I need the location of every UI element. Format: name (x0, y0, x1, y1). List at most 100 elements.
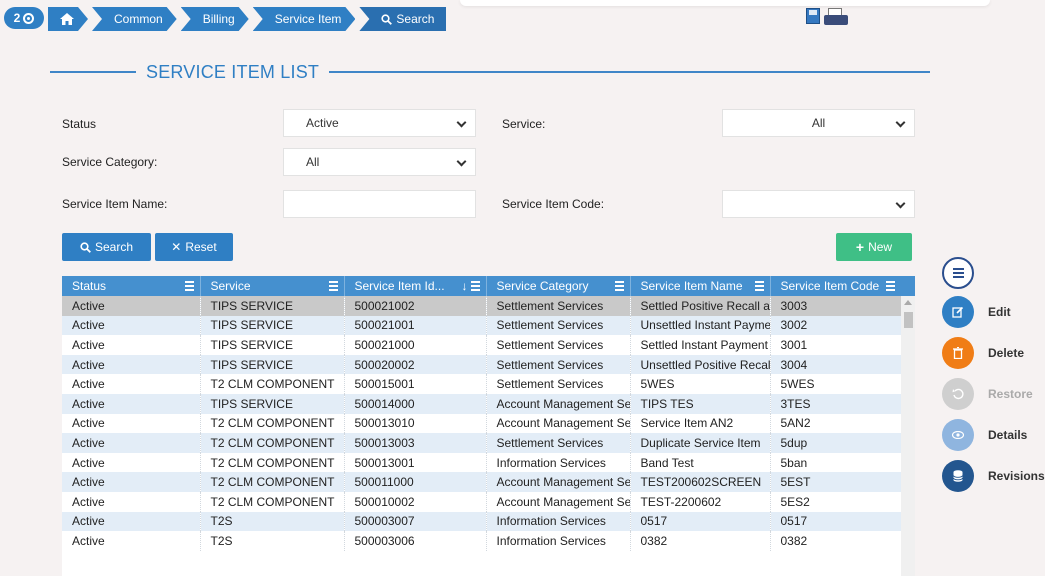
restore-action[interactable]: Restore (942, 378, 1033, 410)
table-row[interactable]: Active T2 CLM COMPONENT 500013010 Account M… (62, 413, 915, 434)
chevron-down-icon (895, 117, 906, 128)
revisions-action[interactable]: Revisions (942, 460, 1045, 492)
list-icon[interactable] (942, 257, 974, 289)
column-menu-icon[interactable] (328, 281, 338, 293)
breadcrumb-billing[interactable]: Billing (181, 7, 249, 31)
cell-service: TIPS SERVICE (200, 354, 345, 375)
table-row[interactable]: Active TIPS SERVICE 500021001 Settlement Se… (62, 315, 915, 336)
column-menu-icon[interactable] (184, 281, 194, 293)
column-header-service-item-name[interactable]: Service Item Name (630, 276, 771, 296)
service-category-select[interactable]: All (283, 148, 476, 176)
scrollbar-thumb[interactable] (904, 312, 913, 328)
database-icon[interactable] (942, 460, 974, 492)
scroll-up-icon[interactable] (904, 300, 912, 305)
cell-service: T2 CLM COMPONENT (200, 413, 345, 434)
cell-status: Active (62, 531, 201, 551)
cell-service-category: Account Management Se (486, 393, 631, 414)
table-header-row: Status Service Service Item Id... ↓ Servi… (62, 276, 915, 296)
cell-service-item-id: 500010002 (344, 491, 487, 512)
service-label: Service: (502, 117, 546, 131)
cell-service-category: Information Services (486, 511, 631, 532)
column-header-service-category[interactable]: Service Category (486, 276, 631, 296)
reset-button-label: Reset (185, 240, 217, 254)
page-title: SERVICE ITEM LIST (146, 61, 320, 82)
save-icon[interactable] (806, 8, 820, 24)
status-select[interactable]: Active (283, 109, 476, 137)
table-row[interactable]: Active TIPS SERVICE 500021000 Settlement Se… (62, 335, 915, 355)
sort-desc-icon[interactable]: ↓ (462, 279, 468, 293)
cell-status: Active (62, 491, 201, 512)
new-button[interactable]: + New (836, 233, 912, 261)
print-icon[interactable] (824, 8, 848, 26)
column-header-status[interactable]: Status (62, 276, 201, 296)
cell-service: TIPS SERVICE (200, 393, 345, 414)
cell-service-item-name: TEST200602SCREEN (630, 472, 771, 492)
table-row[interactable]: Active T2 CLM COMPONENT 500013001 Informati… (62, 452, 915, 473)
table-row[interactable]: Active T2S 500003007 Information Services 05… (62, 511, 915, 532)
table-row[interactable]: Active TIPS SERVICE 500014000 Account Manag… (62, 393, 915, 414)
column-header-service-item-code[interactable]: Service Item Code (770, 276, 915, 296)
table-row[interactable]: Active T2S 500003006 Information Services 03… (62, 531, 915, 551)
details-action[interactable]: Details (942, 419, 1027, 451)
table-scrollbar[interactable] (901, 296, 915, 576)
status-label: Status (62, 117, 97, 131)
column-header-service[interactable]: Service (200, 276, 345, 296)
cell-service-item-id: 500003007 (344, 511, 487, 532)
service-item-name-input[interactable] (283, 190, 476, 218)
table-row[interactable]: Active TIPS SERVICE 500020002 Settlement Se… (62, 354, 915, 375)
breadcrumb-common[interactable]: Common (92, 7, 177, 31)
cell-status: Active (62, 511, 201, 532)
column-menu-icon[interactable] (885, 281, 895, 293)
breadcrumb-home[interactable] (48, 7, 88, 31)
restore-icon[interactable] (942, 378, 974, 410)
cell-service-item-id: 500011000 (344, 472, 487, 492)
cell-service-category: Settlement Services (486, 335, 631, 355)
open-windows-badge[interactable]: 2 (4, 7, 44, 29)
trash-icon[interactable] (942, 337, 974, 369)
column-menu-icon[interactable] (470, 281, 480, 293)
cell-service-item-code: 3002 (770, 315, 915, 336)
cell-service-item-code: 3001 (770, 335, 915, 355)
new-button-label: New (868, 240, 893, 254)
cell-service: T2 CLM COMPONENT (200, 374, 345, 394)
service-item-code-label: Service Item Code: (502, 197, 605, 211)
service-item-code-select[interactable] (722, 190, 915, 218)
edit-action[interactable]: Edit (942, 296, 1011, 328)
column-header-label: Service Category (496, 279, 589, 293)
breadcrumb-service-item[interactable]: Service Item (253, 7, 356, 31)
eye-icon[interactable] (942, 419, 974, 451)
cell-service-item-id: 500013010 (344, 413, 487, 434)
status-select-value: Active (306, 116, 339, 130)
table-row[interactable]: Active TIPS SERVICE 500021002 Settlement Se… (62, 296, 915, 316)
close-icon: ✕ (171, 240, 182, 254)
delete-action[interactable]: Delete (942, 337, 1024, 369)
column-header-label: Service Item Code (780, 279, 880, 293)
cell-service: TIPS SERVICE (200, 296, 345, 316)
table-row[interactable]: Active T2 CLM COMPONENT 500015001 Settlemen… (62, 374, 915, 394)
column-menu-icon[interactable] (754, 281, 764, 293)
cell-service-item-code: 3003 (770, 296, 915, 316)
search-button[interactable]: Search (62, 233, 151, 261)
cell-service-category: Account Management Se (486, 491, 631, 512)
cell-status: Active (62, 335, 201, 355)
cell-status: Active (62, 452, 201, 473)
table-row[interactable]: Active T2 CLM COMPONENT 500010002 Account M… (62, 491, 915, 512)
cell-service-item-code: 3004 (770, 354, 915, 375)
breadcrumb-search[interactable]: Search (359, 7, 447, 31)
service-item-table: Status Service Service Item Id... ↓ Servi… (62, 276, 915, 576)
cell-service-item-name: Unsettled Instant Payme (630, 315, 771, 336)
cell-service-item-code: 5WES (770, 374, 915, 394)
cell-service-item-name: Settled Positive Recall a (630, 296, 771, 316)
column-header-service-item-id[interactable]: Service Item Id... ↓ (344, 276, 487, 296)
service-select[interactable]: All (722, 109, 915, 137)
cell-service-item-code: 5dup (770, 433, 915, 453)
table-row[interactable]: Active T2 CLM COMPONENT 500013003 Settlemen… (62, 433, 915, 453)
column-list-action[interactable] (942, 257, 974, 289)
column-menu-icon[interactable] (614, 281, 624, 293)
title-divider-left (50, 71, 136, 73)
edit-icon[interactable] (942, 296, 974, 328)
details-label: Details (988, 428, 1028, 442)
reset-button[interactable]: ✕ Reset (155, 233, 233, 261)
table-row[interactable]: Active T2 CLM COMPONENT 500011000 Account M… (62, 472, 915, 492)
cell-service-item-code: 5ban (770, 452, 915, 473)
